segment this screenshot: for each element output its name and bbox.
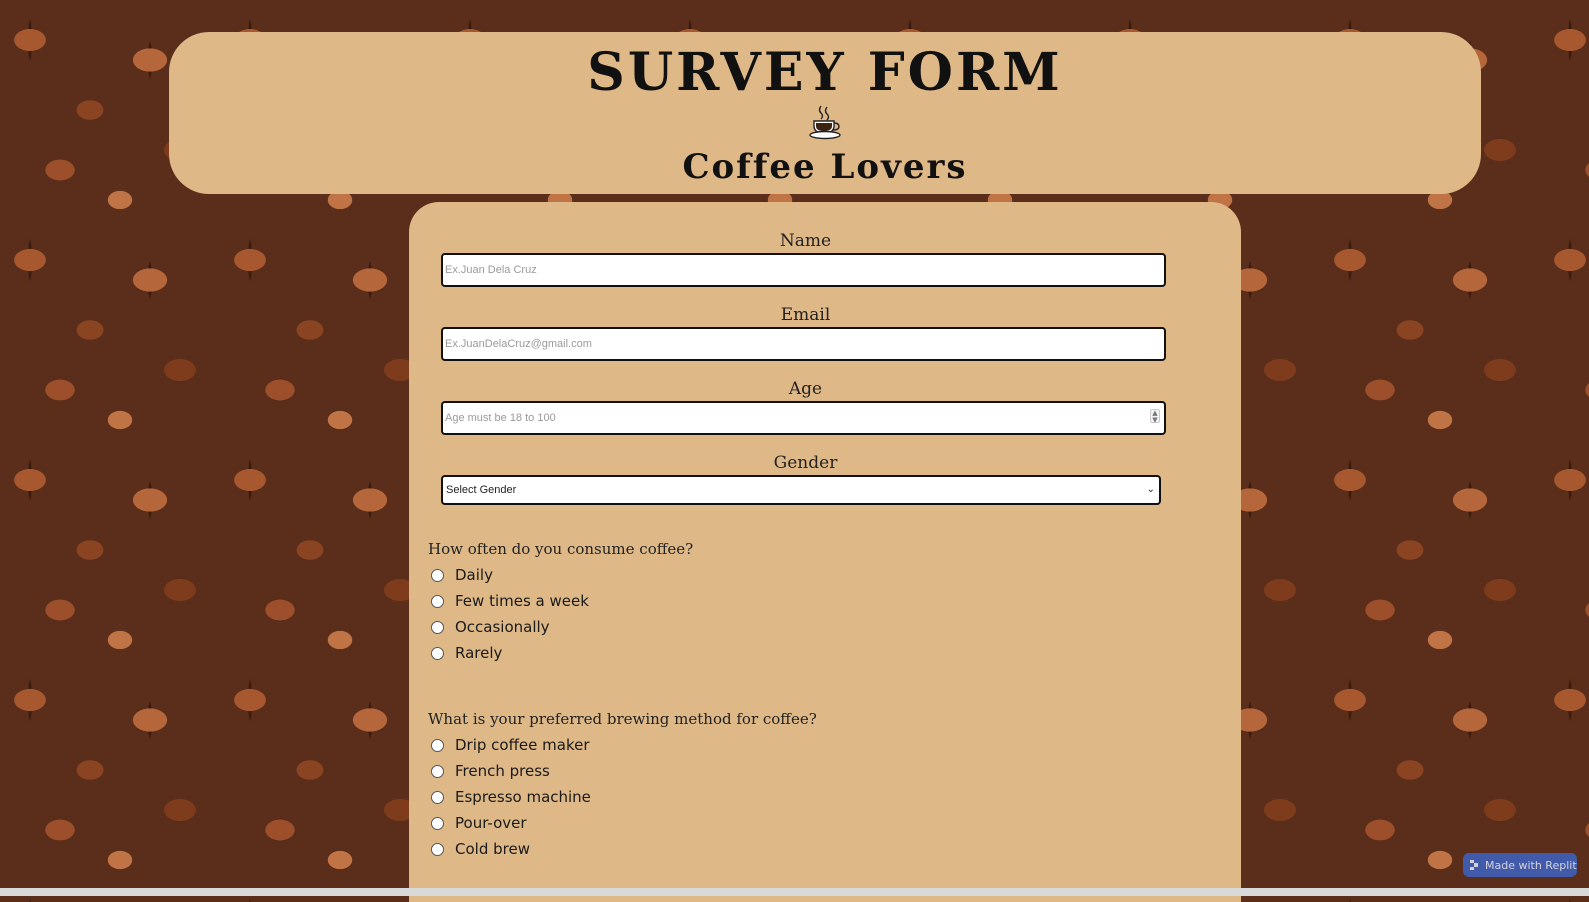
radio-label: Cold brew: [455, 840, 530, 858]
made-with-replit-badge[interactable]: Made with Replit: [1463, 853, 1577, 877]
chevron-down-icon: ⌄: [1146, 484, 1155, 495]
age-field: ▲▼: [409, 401, 1241, 435]
radio-label: Occasionally: [455, 618, 550, 636]
radio-button[interactable]: [431, 620, 444, 634]
radio-label: French press: [455, 762, 550, 780]
survey-form: Name Email Age ▲▼ Gender Select Gender ⌄…: [409, 202, 1241, 902]
radio-button[interactable]: [431, 790, 444, 804]
radio-label: Pour-over: [455, 814, 527, 832]
radio-option-cold-brew[interactable]: Cold brew: [431, 838, 530, 860]
gender-label: Gender: [773, 453, 838, 473]
radio-button[interactable]: [431, 816, 444, 830]
age-label: Age: [788, 379, 823, 399]
badge-label: Made with Replit: [1485, 858, 1577, 872]
radio-option-daily[interactable]: Daily: [431, 564, 493, 586]
radio-option-occasionally[interactable]: Occasionally: [431, 616, 550, 638]
header-card: SURVEY FORM Coffee Lovers: [169, 32, 1481, 194]
radio-button[interactable]: [431, 568, 444, 582]
radio-option-espresso-machine[interactable]: Espresso machine: [431, 786, 591, 808]
page-subtitle: Coffee Lovers: [682, 147, 968, 187]
radio-option-few-times-a-week[interactable]: Few times a week: [431, 590, 589, 612]
radio-option-drip-coffee-maker[interactable]: Drip coffee maker: [431, 734, 590, 756]
radio-label: Daily: [455, 566, 493, 584]
age-input[interactable]: [441, 401, 1166, 435]
replit-logo-icon: [1470, 860, 1478, 870]
radio-button[interactable]: [431, 594, 444, 608]
email-input[interactable]: [441, 327, 1166, 361]
radio-button[interactable]: [431, 764, 444, 778]
frequency-question: How often do you consume coffee?: [428, 540, 694, 558]
name-input[interactable]: [441, 253, 1166, 287]
spinner-icon[interactable]: ▲ ▼: [1150, 409, 1160, 424]
radio-button[interactable]: [431, 842, 444, 856]
horizontal-scrollbar[interactable]: [0, 888, 1589, 896]
coffee-cup-icon: [809, 105, 841, 140]
brewing-question: What is your preferred brewing method fo…: [428, 710, 817, 728]
radio-option-rarely[interactable]: Rarely: [431, 642, 502, 664]
radio-button[interactable]: [431, 646, 444, 660]
radio-label: Espresso machine: [455, 788, 591, 806]
radio-option-french-press[interactable]: French press: [431, 760, 550, 782]
radio-option-pour-over[interactable]: Pour-over: [431, 812, 527, 834]
name-label: Name: [779, 231, 832, 251]
email-label: Email: [780, 305, 831, 325]
radio-label: Rarely: [455, 644, 503, 662]
radio-label: Drip coffee maker: [455, 736, 590, 754]
page-title: SURVEY FORM: [587, 42, 1063, 103]
radio-label: Few times a week: [455, 592, 589, 610]
gender-selected-value: Select Gender: [446, 484, 517, 496]
gender-select[interactable]: Select Gender ⌄: [441, 475, 1161, 505]
radio-button[interactable]: [431, 738, 444, 752]
